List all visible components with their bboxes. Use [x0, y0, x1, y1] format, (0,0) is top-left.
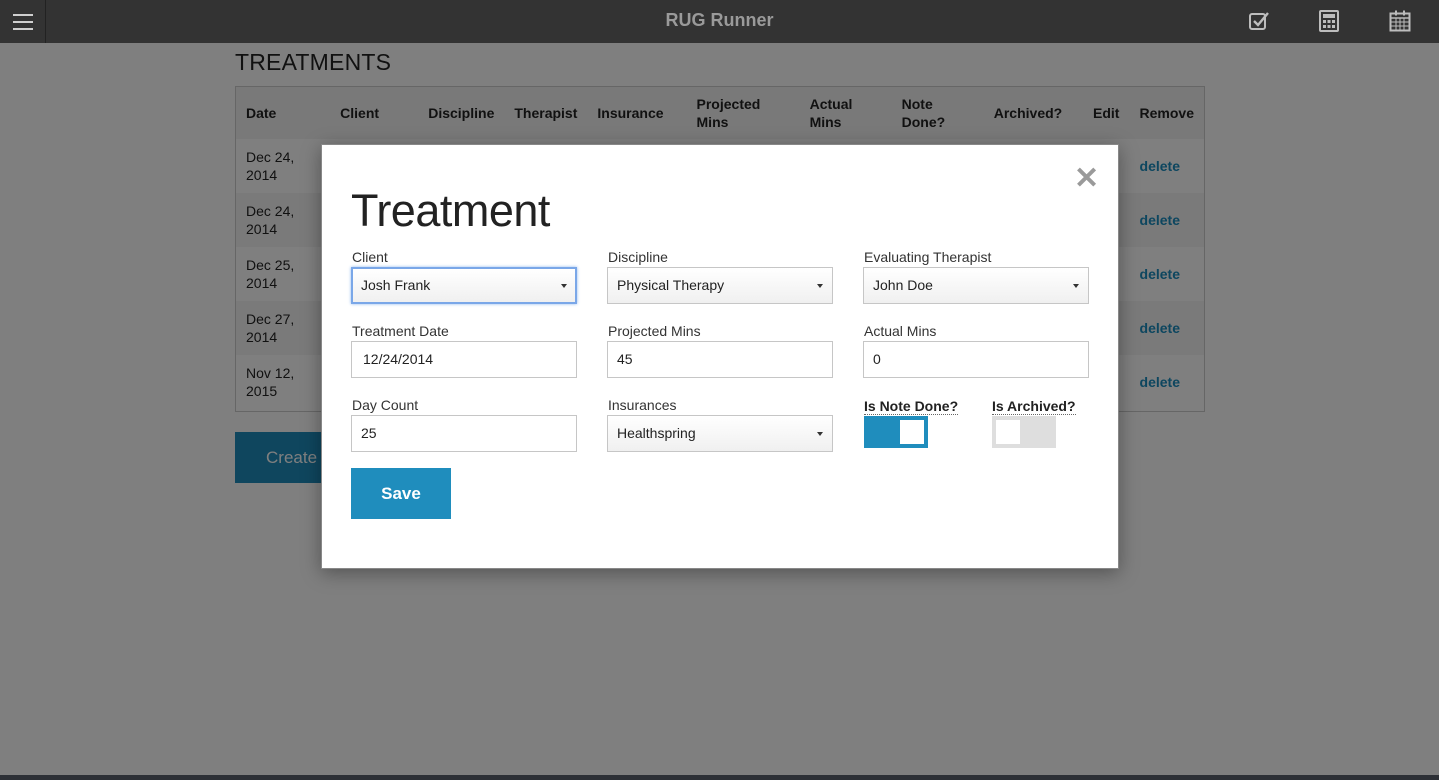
toggle-knob — [900, 420, 924, 444]
discipline-label: Discipline — [608, 249, 668, 265]
modal-title: Treatment — [351, 185, 550, 236]
projected-mins-input[interactable]: 45 — [607, 341, 833, 378]
bottom-strip — [0, 775, 1439, 780]
note-done-toggle[interactable] — [864, 416, 928, 448]
archived-label: Is Archived? — [992, 398, 1076, 415]
top-bar: RUG Runner — [0, 0, 1439, 43]
chevron-down-icon — [561, 284, 567, 288]
therapist-select[interactable]: John Doe — [863, 267, 1089, 304]
save-button[interactable]: Save — [351, 468, 451, 519]
day-count-input[interactable]: 25 — [351, 415, 577, 452]
menu-icon — [12, 13, 33, 30]
actual-mins-label: Actual Mins — [864, 323, 937, 339]
checkbox-icon[interactable] — [1247, 9, 1271, 33]
insurances-value: Healthspring — [617, 425, 696, 441]
treatment-date-label: Treatment Date — [352, 323, 449, 339]
close-icon[interactable]: ✕ — [1074, 164, 1099, 194]
client-select[interactable]: Josh Frank — [351, 267, 577, 304]
calculator-icon[interactable] — [1317, 9, 1341, 33]
day-count-label: Day Count — [352, 397, 419, 413]
insurances-label: Insurances — [608, 397, 677, 413]
actual-mins-input[interactable]: 0 — [863, 341, 1089, 378]
calendar-icon[interactable] — [1388, 9, 1412, 33]
projected-mins-label: Projected Mins — [608, 323, 701, 339]
menu-button[interactable] — [0, 0, 46, 43]
insurances-select[interactable]: Healthspring — [607, 415, 833, 452]
discipline-value: Physical Therapy — [617, 277, 725, 293]
app-title: RUG Runner — [665, 10, 774, 30]
note-done-label: Is Note Done? — [864, 398, 959, 415]
treatment-date-input[interactable]: 12/24/2014 — [351, 341, 577, 378]
therapist-label: Evaluating Therapist — [864, 249, 992, 265]
therapist-value: John Doe — [873, 277, 933, 293]
discipline-select[interactable]: Physical Therapy — [607, 267, 833, 304]
chevron-down-icon — [817, 432, 823, 436]
client-value: Josh Frank — [361, 277, 431, 293]
toggle-knob — [996, 420, 1020, 444]
archived-toggle[interactable] — [992, 416, 1056, 448]
client-label: Client — [352, 249, 388, 265]
chevron-down-icon — [817, 284, 823, 288]
chevron-down-icon — [1073, 284, 1079, 288]
treatment-modal: ✕ Treatment Client Josh Frank Discipline… — [321, 144, 1119, 569]
